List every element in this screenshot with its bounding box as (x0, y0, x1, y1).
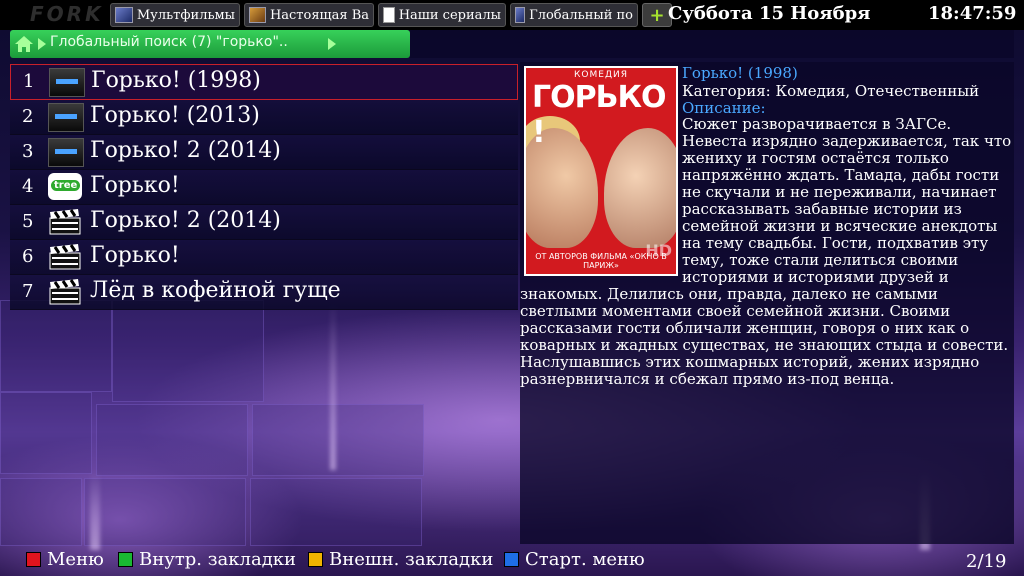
movie-category: Категория: Комедия, Отечественный (682, 82, 980, 100)
red-key-icon (26, 552, 41, 567)
date-display: Суббота 15 Ноября (668, 3, 871, 24)
tab-real[interactable]: Настоящая Ва (244, 3, 374, 27)
item-number: 1 (23, 71, 35, 92)
button-label: Меню (47, 549, 104, 570)
bookmark-tabs: Мультфильмы Настоящая Ва Наши сериалы Гл… (110, 3, 672, 27)
internal-bookmarks-button[interactable]: Внутр. закладки (118, 549, 296, 570)
item-title: Горько! (1998) (91, 68, 261, 93)
clock-display: 18:47:59 (928, 3, 1017, 24)
item-number: 6 (22, 246, 34, 267)
folder-thumbnail-icon (115, 7, 133, 23)
tab-label: Настоящая Ва (269, 7, 369, 23)
blue-key-icon (504, 552, 519, 567)
bottom-bar: Меню Внутр. закладки Внешн. закладки Ста… (0, 546, 1024, 576)
item-number: 2 (22, 106, 34, 127)
app-logo: FORK (30, 2, 104, 26)
menu-button[interactable]: Меню (26, 549, 104, 570)
external-bookmarks-button[interactable]: Внешн. закладки (308, 549, 493, 570)
search-title: Глобальный поиск (7) "горько".. (50, 34, 288, 50)
search-breadcrumb[interactable]: Глобальный поиск (7) "горько".. (10, 30, 410, 58)
list-item[interactable]: 3 Горько! 2 (2014) (10, 135, 518, 170)
list-item[interactable]: 1 Горько! (1998) (10, 64, 518, 100)
movie-thumbnail-icon (49, 68, 85, 97)
movie-title: Горько! (1998) (682, 64, 798, 82)
list-item[interactable]: 6 Горько! (10, 240, 518, 275)
item-title: Горько! 2 (2014) (90, 208, 281, 233)
page-indicator: 2/19 (966, 551, 1007, 572)
item-title: Горько! (90, 243, 180, 268)
tree-logo-icon: tree (48, 173, 82, 200)
movie-thumbnail-icon (48, 103, 84, 132)
item-number: 5 (22, 211, 34, 232)
poster-genre: КОМЕДИЯ (574, 70, 628, 80)
clapperboard-icon (49, 244, 81, 270)
item-title: Горько! (90, 173, 180, 198)
tab-label: Наши сериалы (398, 7, 501, 23)
header-strip (410, 30, 1014, 58)
clapperboard-icon (49, 209, 81, 235)
folder-thumbnail-icon (515, 7, 526, 23)
list-item[interactable]: 4 tree Горько! (10, 170, 518, 205)
clapperboard-icon (49, 279, 81, 305)
item-number: 3 (22, 141, 34, 162)
folder-thumbnail-icon (249, 7, 266, 23)
item-title: Лёд в кофейной гуще (90, 278, 341, 303)
list-item[interactable]: 7 Лёд в кофейной гуще (10, 275, 518, 310)
details-panel: КОМЕДИЯ ГОРЬКО ! HD ОТ АВТОРОВ ФИЛЬМА «О… (520, 62, 1014, 544)
item-number: 7 (22, 281, 34, 302)
yellow-key-icon (308, 552, 323, 567)
tab-label: Мультфильмы (136, 7, 235, 23)
green-key-icon (118, 552, 133, 567)
button-label: Старт. меню (525, 549, 645, 570)
list-item[interactable]: 2 Горько! (2013) (10, 100, 518, 135)
button-label: Внутр. закладки (139, 549, 297, 570)
start-menu-button[interactable]: Старт. меню (504, 549, 645, 570)
arrow-right-icon (38, 38, 46, 50)
results-list: 1 Горько! (1998) 2 Горько! (2013) 3 Горь… (10, 64, 518, 310)
tab-cartoons[interactable]: Мультфильмы (110, 3, 240, 27)
tab-global-search[interactable]: Глобальный по (510, 3, 638, 27)
arrow-right-icon (328, 38, 336, 50)
top-bar: FORK Мультфильмы Настоящая Ва Наши сериа… (0, 0, 1024, 30)
item-title: Горько! 2 (2014) (90, 138, 281, 163)
item-number: 4 (22, 176, 34, 197)
button-label: Внешн. закладки (329, 549, 494, 570)
movie-description: Сюжет разворачивается в ЗАГСе. Невеста и… (520, 115, 1012, 388)
tab-label: Глобальный по (529, 7, 633, 23)
folder-thumbnail-icon (383, 7, 395, 23)
movie-thumbnail-icon (48, 138, 84, 167)
tab-our-series[interactable]: Наши сериалы (378, 3, 506, 27)
home-icon[interactable] (14, 35, 34, 53)
item-title: Горько! (2013) (90, 103, 260, 128)
list-item[interactable]: 5 Горько! 2 (2014) (10, 205, 518, 240)
